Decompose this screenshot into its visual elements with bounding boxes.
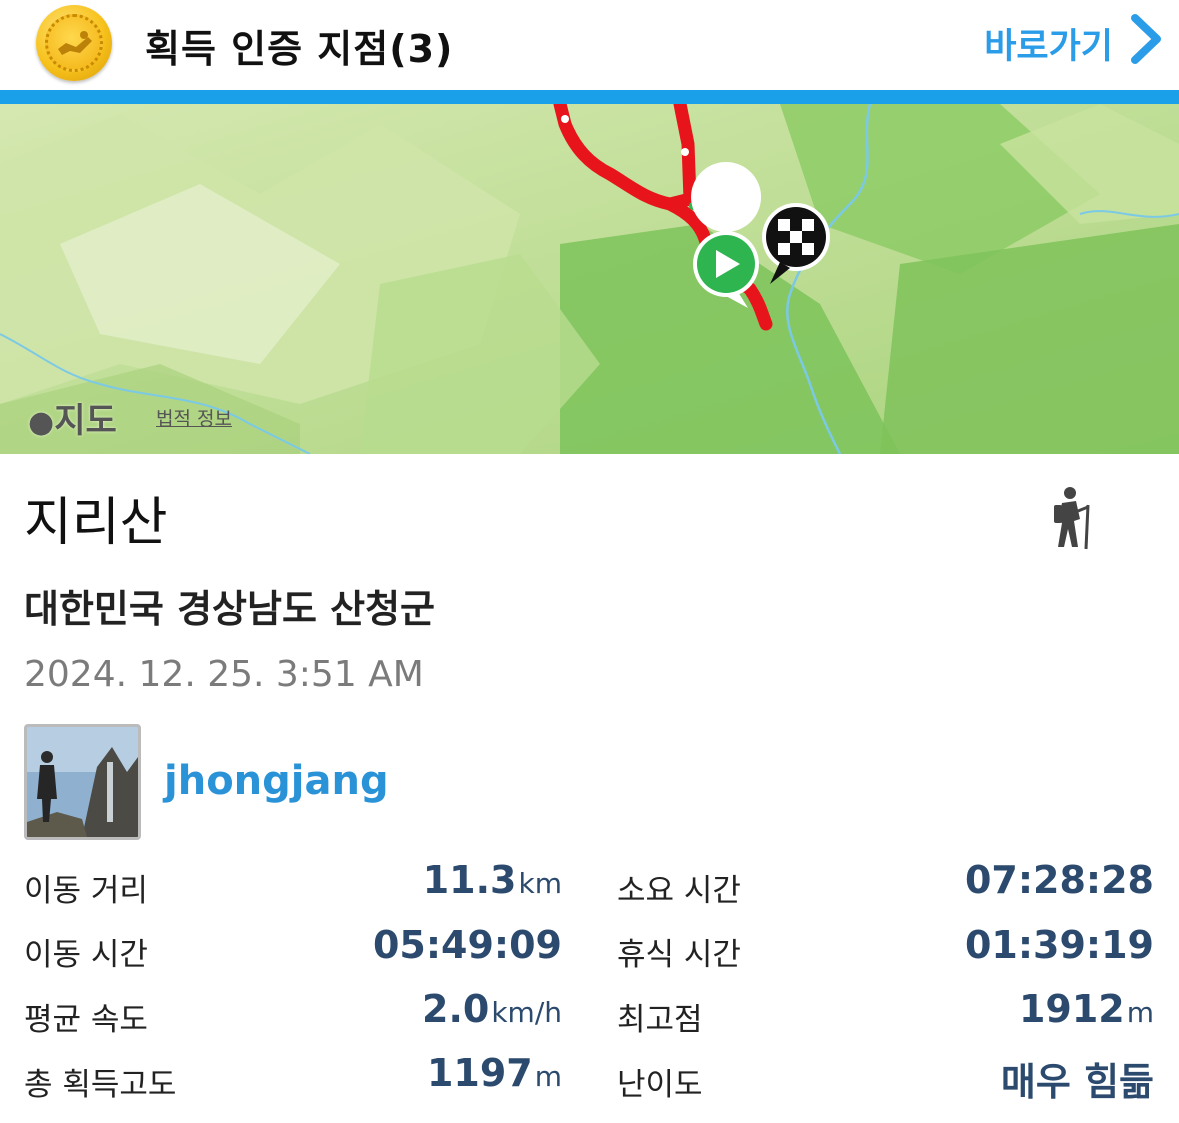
activity-datetime: 2024. 12. 25. 3:51 AM [24,654,424,695]
stat-label-avg-speed: 평균 속도 [24,1002,148,1038]
header-divider [0,90,1179,104]
stat-value-total-time: 07:28:28 [964,858,1154,902]
header-bar: 획득 인증 지점(3) 바로가기 [0,0,1179,90]
map-legal-link[interactable]: 법적 정보 [156,404,232,431]
stat-value-max-elevation: 1912m [1018,987,1154,1031]
stat-label-moving-time: 이동 시간 [24,937,148,973]
stat-value-elevation-gain: 1197m [426,1051,562,1095]
stat-label-total-time: 소요 시간 [617,873,741,909]
chevron-right-icon[interactable] [1127,14,1165,64]
stat-value-difficulty: 매우 힘듦 [1000,1060,1154,1104]
stat-label-difficulty: 난이도 [617,1067,703,1103]
stat-value-avg-speed: 2.0km/h [422,987,562,1031]
peak-name: 지리산 [24,493,168,553]
stat-value-rest-time: 01:39:19 [964,923,1154,967]
hiker-icon [1054,487,1090,550]
stat-label-max-elevation: 최고점 [617,1002,703,1038]
avatar[interactable] [24,724,141,840]
medal-icon [36,5,112,81]
username-link[interactable]: jhongjang [164,758,389,804]
map-provider-label: ●지도 [28,401,117,441]
route-map[interactable]: ●지도 법적 정보 [0,104,1179,454]
location-text: 대한민국 경상남도 산청군 [24,587,436,631]
map-terrain [0,104,1179,454]
stat-label-rest-time: 휴식 시간 [617,937,741,973]
stat-value-moving-time: 05:49:09 [372,923,562,967]
stat-label-elevation-gain: 총 획득고도 [24,1067,177,1103]
stat-label-distance: 이동 거리 [24,873,148,909]
goto-button[interactable]: 바로가기 [984,18,1113,69]
header-title: 획득 인증 지점(3) [145,27,454,71]
apple-logo-icon: ● [28,405,55,440]
stat-value-distance: 11.3km [422,858,562,902]
